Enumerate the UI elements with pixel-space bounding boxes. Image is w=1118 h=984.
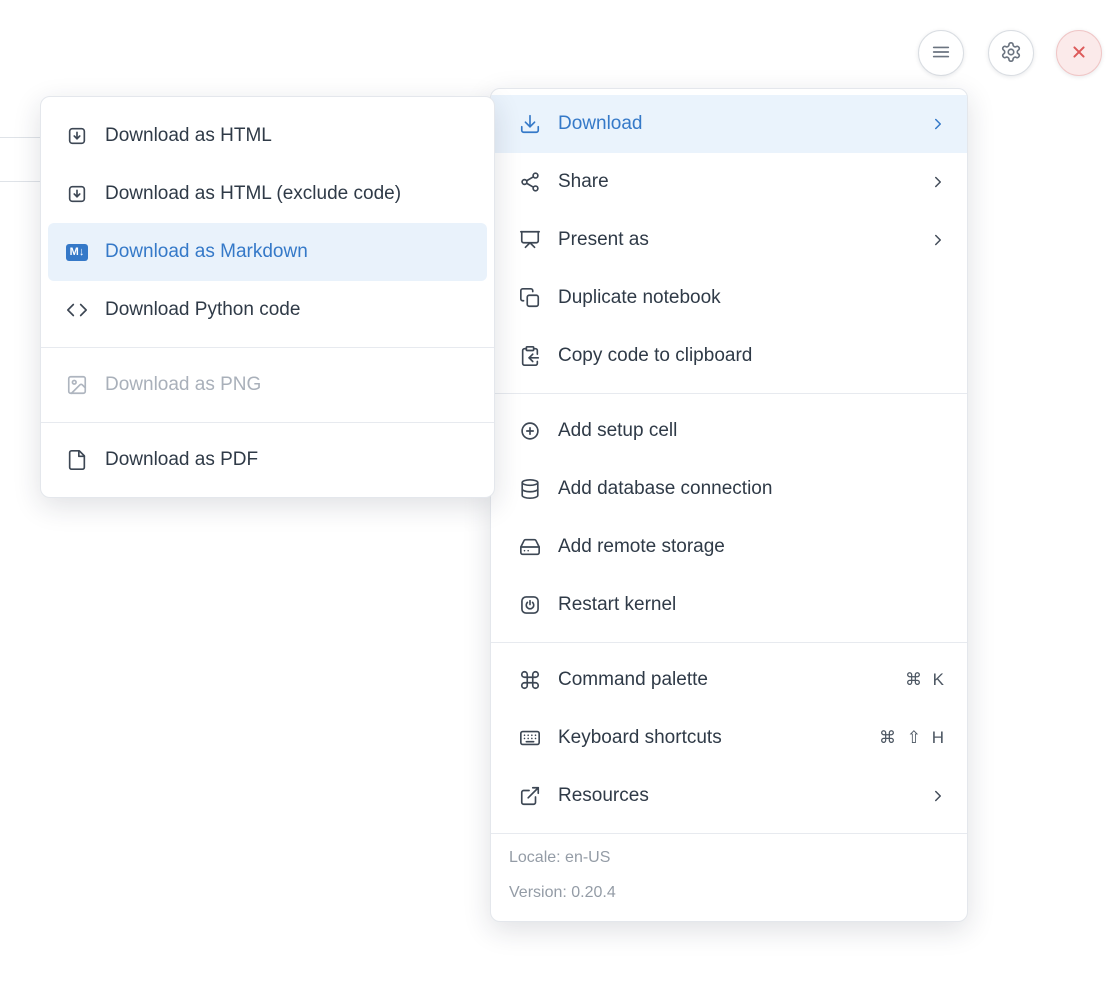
markdown-badge: M↓	[66, 244, 88, 261]
download-icon	[519, 113, 541, 135]
menu-item-label: Share	[558, 171, 912, 193]
database-icon	[519, 478, 541, 500]
submenu-item-label: Download as PDF	[105, 449, 472, 471]
submenu-item-label: Download as PNG	[105, 374, 472, 396]
notebook-actions-menu: Download Share Present as Duplicate note…	[490, 88, 968, 922]
clipboard-copy-icon	[519, 345, 541, 367]
submenu-item-download-html[interactable]: Download as HTML	[48, 107, 487, 165]
submenu-item-label: Download Python code	[105, 299, 472, 321]
menu-item-label: Add remote storage	[558, 536, 947, 558]
menu-footer: Locale: en-US Version: 0.20.4	[491, 833, 967, 921]
menu-item-label: Duplicate notebook	[558, 287, 947, 309]
menu-item-label: Keyboard shortcuts	[558, 727, 862, 749]
image-icon	[66, 374, 88, 396]
markdown-icon: M↓	[66, 241, 88, 263]
hard-drive-icon	[519, 536, 541, 558]
menu-item-label: Restart kernel	[558, 594, 947, 616]
cell-border-line	[0, 137, 41, 138]
chevron-right-icon	[929, 115, 947, 133]
submenu-item-download-png[interactable]: Download as PNG	[48, 356, 487, 414]
menu-item-keyboard-shortcuts[interactable]: Keyboard shortcuts ⌘ ⇧ H	[491, 709, 967, 767]
menu-divider	[491, 393, 967, 394]
menu-item-add-database-connection[interactable]: Add database connection	[491, 460, 967, 518]
share-icon	[519, 171, 541, 193]
submenu-item-download-pdf[interactable]: Download as PDF	[48, 431, 487, 489]
submenu-item-label: Download as HTML	[105, 125, 472, 147]
menu-item-copy-code[interactable]: Copy code to clipboard	[491, 327, 967, 385]
close-app-button[interactable]	[1056, 30, 1102, 76]
menu-item-download[interactable]: Download	[491, 95, 967, 153]
hamburger-icon	[930, 41, 952, 66]
menu-item-label: Add setup cell	[558, 420, 947, 442]
menu-divider	[491, 642, 967, 643]
close-icon	[1068, 41, 1090, 66]
gear-icon	[1000, 41, 1022, 66]
menu-item-add-setup-cell[interactable]: Add setup cell	[491, 402, 967, 460]
power-icon	[519, 594, 541, 616]
chevron-right-icon	[929, 173, 947, 191]
menu-item-add-remote-storage[interactable]: Add remote storage	[491, 518, 967, 576]
menu-item-present-as[interactable]: Present as	[491, 211, 967, 269]
box-download-icon	[66, 125, 88, 147]
menu-item-label: Resources	[558, 785, 912, 807]
submenu-item-download-html-exclude-code[interactable]: Download as HTML (exclude code)	[48, 165, 487, 223]
submenu-item-download-python-code[interactable]: Download Python code	[48, 281, 487, 339]
shortcut-hint: ⌘ ⇧ H	[879, 728, 947, 748]
menu-item-label: Copy code to clipboard	[558, 345, 947, 367]
submenu-item-download-markdown[interactable]: M↓ Download as Markdown	[48, 223, 487, 281]
submenu-item-label: Download as HTML (exclude code)	[105, 183, 472, 205]
settings-button[interactable]	[988, 30, 1034, 76]
version-text: Version: 0.20.4	[509, 880, 949, 906]
box-download-icon	[66, 183, 88, 205]
menu-item-resources[interactable]: Resources	[491, 767, 967, 825]
menu-item-restart-kernel[interactable]: Restart kernel	[491, 576, 967, 634]
submenu-item-label: Download as Markdown	[105, 241, 472, 263]
menu-divider	[41, 347, 494, 348]
file-icon	[66, 449, 88, 471]
menu-item-duplicate-notebook[interactable]: Duplicate notebook	[491, 269, 967, 327]
presentation-icon	[519, 229, 541, 251]
menu-item-label: Download	[558, 113, 912, 135]
copy-icon	[519, 287, 541, 309]
locale-text: Locale: en-US	[509, 845, 949, 871]
menu-divider	[41, 422, 494, 423]
code-icon	[66, 299, 88, 321]
menu-item-command-palette[interactable]: Command palette ⌘ K	[491, 651, 967, 709]
keyboard-icon	[519, 727, 541, 749]
notebook-menu-button[interactable]	[918, 30, 964, 76]
chevron-right-icon	[929, 231, 947, 249]
chevron-right-icon	[929, 787, 947, 805]
menu-item-label: Command palette	[558, 669, 888, 691]
download-submenu: Download as HTML Download as HTML (exclu…	[40, 96, 495, 498]
menu-item-label: Present as	[558, 229, 912, 251]
cell-border-line	[0, 181, 41, 182]
circle-plus-icon	[519, 420, 541, 442]
command-icon	[519, 669, 541, 691]
shortcut-hint: ⌘ K	[905, 670, 947, 690]
external-link-icon	[519, 785, 541, 807]
menu-item-share[interactable]: Share	[491, 153, 967, 211]
menu-item-label: Add database connection	[558, 478, 947, 500]
